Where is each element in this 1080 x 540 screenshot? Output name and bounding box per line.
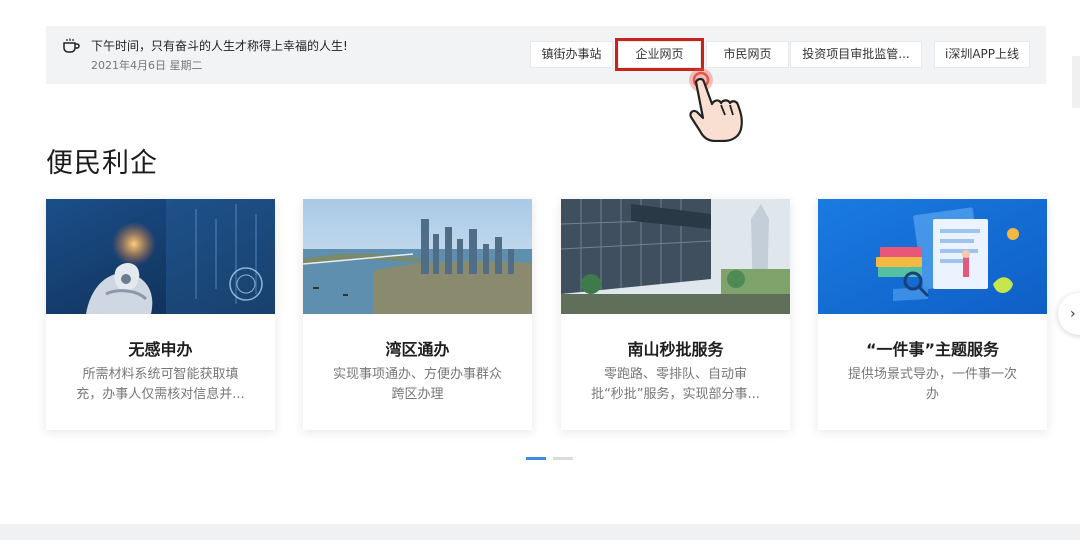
card-seamless-apply[interactable]: 无感申办 所需材料系统可智能获取填充，办事人仅需核对信息并... <box>46 199 275 430</box>
link-enterprise-page[interactable]: 企业网页 <box>615 38 704 71</box>
card-desc: 零跑路、零排队、自动审批“秒批”服务，实现部分事... <box>591 367 760 402</box>
card-image-building <box>561 199 790 314</box>
link-investment-approval[interactable]: 投资项目审批监管... <box>790 41 922 68</box>
card-desc: 所需材料系统可智能获取填充，办事人仅需核对信息并... <box>76 367 245 402</box>
pointer-hand-icon <box>689 68 743 142</box>
footer-strip <box>0 524 1080 540</box>
carousel-next-button[interactable]: › <box>1058 293 1080 335</box>
card-title: 无感申办 <box>128 340 193 359</box>
scrollbar-edge <box>1072 56 1080 108</box>
link-town-service-station[interactable]: 镇街办事站 <box>530 41 613 68</box>
card-title: 湾区通办 <box>385 340 450 359</box>
carousel-dot-2[interactable] <box>553 457 573 460</box>
card-image-city-bay <box>303 199 532 314</box>
card-bay-area-service[interactable]: 湾区通办 实现事项通办、方便办事群众跨区办理 <box>303 199 532 430</box>
chevron-right-icon: › <box>1070 306 1076 322</box>
carousel-dot-1[interactable] <box>526 457 546 460</box>
card-image-robot <box>46 199 275 314</box>
top-info-bar: 下午时间，只有奋斗的人生才称得上幸福的人生! 2021年4月6日 星期二 镇街办… <box>46 26 1046 84</box>
greeting-text: 下午时间，只有奋斗的人生才称得上幸福的人生! <box>91 39 348 53</box>
link-ishenzhen-app[interactable]: i深圳APP上线 <box>934 41 1030 68</box>
link-citizen-page[interactable]: 市民网页 <box>706 41 789 68</box>
coffee-cup-icon <box>63 38 80 53</box>
card-nanshan-instant-approval[interactable]: 南山秒批服务 零跑路、零排队、自动审批“秒批”服务，实现部分事... <box>561 199 790 430</box>
card-title: “一件事”主题服务 <box>865 340 1000 359</box>
card-image-documents-illustration <box>818 199 1047 314</box>
card-desc: 实现事项通办、方便办事群众跨区办理 <box>333 367 503 402</box>
section-title: 便民利企 <box>46 148 158 179</box>
card-one-thing-theme-service[interactable]: “一件事”主题服务 提供场景式导办，一件事一次办 <box>818 199 1047 430</box>
card-desc: 提供场景式导办，一件事一次办 <box>848 367 1018 402</box>
date-text: 2021年4月6日 星期二 <box>91 59 203 72</box>
card-title: 南山秒批服务 <box>627 340 724 359</box>
